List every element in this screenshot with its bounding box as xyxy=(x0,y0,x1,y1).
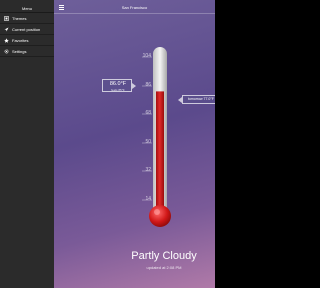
feels-like-temperature: feels 85°F xyxy=(111,88,125,92)
current-temperature: 86.0°F xyxy=(109,81,127,87)
theme-icon xyxy=(4,15,9,21)
weather-condition: Partly Cloudy xyxy=(131,250,197,262)
star-icon xyxy=(4,37,9,43)
current-temp-callout: 86.0°F feels 85°F xyxy=(102,79,132,92)
mercury-column xyxy=(156,91,164,221)
menu-drawer: Menu Themes Current position Favorites S… xyxy=(0,0,54,288)
location-icon xyxy=(4,27,9,32)
updated-time: updated at 2:08 PM xyxy=(146,265,182,270)
menu-list: Themes Current position Favorites Settin… xyxy=(0,13,54,57)
thermometer-bulb xyxy=(149,205,171,227)
menu-item-label: Themes xyxy=(12,15,27,21)
thermometer: 104 86 68 50 32 14 86.0°F feels 85°F tom… xyxy=(54,0,215,288)
scale-tick-label: 68 xyxy=(145,110,151,116)
menu-item-label: Current position xyxy=(12,26,41,32)
menu-item-themes[interactable]: Themes xyxy=(0,13,54,24)
scale-tick-label: 32 xyxy=(145,167,151,173)
menu-item-label: Settings xyxy=(12,48,27,54)
tomorrow-temp-callout: tomorrow 77.0°F xyxy=(182,95,215,104)
gear-icon xyxy=(4,48,9,54)
menu-item-label: Favorites xyxy=(12,37,29,43)
menu-item-current-position[interactable]: Current position xyxy=(0,24,54,35)
menu-item-settings[interactable]: Settings xyxy=(0,46,54,57)
scale-tick-label: 104 xyxy=(142,53,151,59)
scale-tick-label: 50 xyxy=(145,139,151,145)
drawer-title: Menu xyxy=(21,6,32,11)
scale-tick-label: 14 xyxy=(145,196,151,202)
weather-panel: San Francisco 104 86 68 50 32 14 86.0°F … xyxy=(54,0,215,288)
current-temp-pointer xyxy=(132,83,136,89)
menu-item-favorites[interactable]: Favorites xyxy=(0,35,54,46)
